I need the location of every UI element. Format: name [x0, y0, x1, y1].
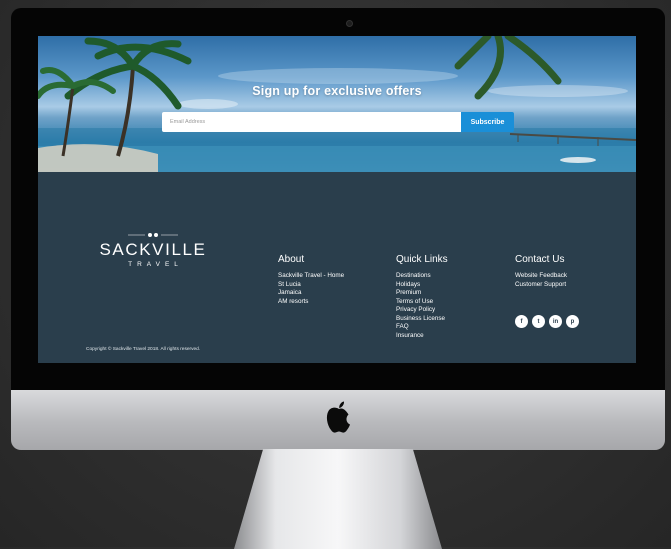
- contact-column: Contact Us Website Feedback Customer Sup…: [515, 254, 567, 289]
- social-links: f t in p: [515, 315, 579, 328]
- quick-link-insurance[interactable]: Insurance: [396, 332, 448, 341]
- about-link-home[interactable]: Sackville Travel - Home: [278, 272, 344, 281]
- logo-ornament-icon: [128, 233, 178, 237]
- site-footer: SACKVILLE TRAVEL Copyright © Sackville T…: [38, 172, 636, 363]
- twitter-icon[interactable]: t: [532, 315, 545, 328]
- about-link-am-resorts[interactable]: AM resorts: [278, 298, 344, 307]
- contact-link-website-feedback[interactable]: Website Feedback: [515, 272, 567, 281]
- quick-link-faq[interactable]: FAQ: [396, 323, 448, 332]
- apple-logo-icon: [326, 401, 350, 433]
- subscribe-button[interactable]: Subscribe: [461, 112, 514, 132]
- quick-links-column: Quick Links Destinations Holidays Premiu…: [396, 254, 448, 340]
- quick-link-business-license[interactable]: Business License: [396, 315, 448, 324]
- screen: Sign up for exclusive offers Subscribe S…: [38, 36, 636, 363]
- quick-links-heading: Quick Links: [396, 254, 448, 265]
- quick-link-privacy-policy[interactable]: Privacy Policy: [396, 306, 448, 315]
- contact-link-customer-support[interactable]: Customer Support: [515, 281, 567, 290]
- about-column: About Sackville Travel - Home St Lucia J…: [278, 254, 344, 306]
- hero-banner: Sign up for exclusive offers Subscribe: [38, 36, 636, 172]
- quick-link-destinations[interactable]: Destinations: [396, 272, 448, 281]
- email-input[interactable]: [162, 112, 461, 132]
- signup-heading: Sign up for exclusive offers: [252, 84, 422, 98]
- quick-link-holidays[interactable]: Holidays: [396, 281, 448, 290]
- quick-link-premium[interactable]: Premium: [396, 289, 448, 298]
- about-link-jamaica[interactable]: Jamaica: [278, 289, 344, 298]
- copyright-text: Copyright © Sackville Travel 2018. All r…: [86, 347, 201, 352]
- brand-name: SACKVILLE: [99, 240, 207, 259]
- brand-logo[interactable]: SACKVILLE TRAVEL: [96, 232, 210, 268]
- brand-subtitle: TRAVEL: [128, 261, 183, 268]
- linkedin-icon[interactable]: in: [549, 315, 562, 328]
- facebook-icon[interactable]: f: [515, 315, 528, 328]
- pinterest-icon[interactable]: p: [566, 315, 579, 328]
- about-heading: About: [278, 254, 305, 265]
- contact-heading: Contact Us: [515, 254, 565, 265]
- quick-link-terms-of-use[interactable]: Terms of Use: [396, 298, 448, 307]
- about-link-st-lucia[interactable]: St Lucia: [278, 281, 344, 290]
- signup-form: Subscribe: [162, 112, 514, 132]
- beach-background-image: [38, 36, 636, 172]
- camera-dot: [346, 20, 353, 27]
- imac-stand: [234, 449, 442, 549]
